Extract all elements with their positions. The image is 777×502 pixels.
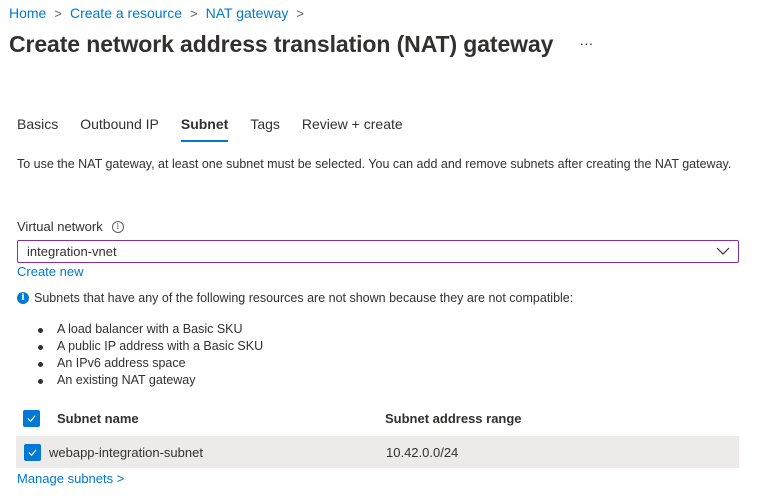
breadcrumb-home[interactable]: Home [9, 5, 46, 21]
select-all-checkbox[interactable] [23, 409, 40, 427]
list-item: A load balancer with a Basic SKU [38, 321, 263, 338]
page-title: Create network address translation (NAT)… [9, 31, 554, 57]
virtual-network-value: integration-vnet [27, 244, 117, 259]
breadcrumb-separator: > [190, 5, 198, 21]
create-new-link[interactable]: Create new [17, 264, 83, 279]
manage-subnets-link[interactable]: Manage subnets > [17, 471, 124, 486]
table-row[interactable]: webapp-integration-subnet 10.42.0.0/24 [16, 436, 739, 468]
subnet-range-cell: 10.42.0.0/24 [386, 444, 459, 460]
breadcrumb-nat-gateway[interactable]: NAT gateway [206, 5, 289, 21]
subnet-table-header: Subnet name Subnet address range [17, 405, 739, 431]
compatibility-note-text: Subnets that have any of the following r… [34, 291, 574, 305]
breadcrumb-separator: > [54, 5, 62, 21]
checkmark-icon [28, 448, 37, 456]
subnet-description: To use the NAT gateway, at least one sub… [17, 157, 732, 171]
virtual-network-label-group: Virtual network i [17, 219, 124, 234]
row-checkbox[interactable] [24, 443, 41, 461]
tab-review-create[interactable]: Review + create [302, 116, 403, 142]
compatibility-note: i Subnets that have any of the following… [17, 291, 573, 305]
breadcrumb: Home > Create a resource > NAT gateway > [9, 5, 312, 21]
tab-subnet[interactable]: Subnet [180, 116, 229, 142]
list-item: An existing NAT gateway [38, 372, 263, 389]
title-row: Create network address translation (NAT)… [9, 31, 593, 58]
list-item: An IPv6 address space [38, 355, 263, 372]
tab-bar: Basics Outbound IP Subnet Tags Review + … [17, 116, 425, 142]
virtual-network-label: Virtual network [17, 219, 103, 234]
incompatible-resources-list: A load balancer with a Basic SKU A publi… [38, 321, 263, 389]
list-item: A public IP address with a Basic SKU [38, 338, 263, 355]
tab-basics[interactable]: Basics [17, 116, 58, 142]
breadcrumb-create-resource[interactable]: Create a resource [70, 5, 182, 21]
more-options-button[interactable]: ··· [579, 35, 593, 51]
chevron-down-icon [716, 247, 730, 255]
checkmark-icon [27, 414, 36, 422]
tab-tags[interactable]: Tags [250, 116, 280, 142]
info-icon[interactable]: i [111, 220, 124, 233]
column-header-subnet-name: Subnet name [57, 410, 139, 426]
info-filled-icon: i [17, 292, 29, 304]
breadcrumb-separator: > [296, 5, 304, 21]
subnet-name-cell: webapp-integration-subnet [49, 444, 203, 460]
virtual-network-select[interactable]: integration-vnet [17, 240, 739, 263]
tab-outbound-ip[interactable]: Outbound IP [80, 116, 159, 142]
column-header-subnet-address-range: Subnet address range [385, 410, 522, 426]
